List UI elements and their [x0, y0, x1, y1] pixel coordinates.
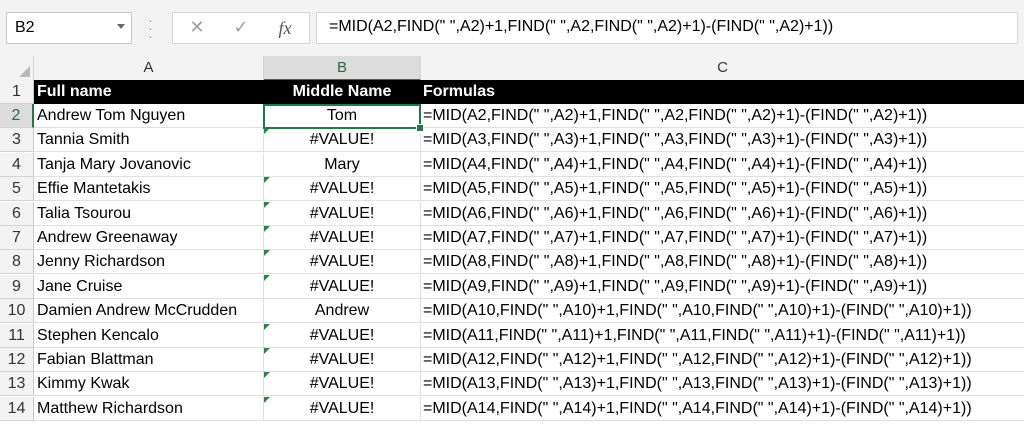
row-header[interactable]: 4	[0, 153, 34, 177]
cell-formula[interactable]: =MID(A5,FIND(" ",A5)+1,FIND(" ",A5,FIND(…	[421, 177, 1024, 201]
row-header[interactable]: 2	[0, 104, 34, 128]
cell-full-name[interactable]: Kimmy Kwak	[34, 372, 264, 396]
cell-middle-name[interactable]: Mary	[264, 153, 421, 177]
error-indicator-icon	[264, 226, 270, 232]
cell-full-name[interactable]: Andrew Tom Nguyen	[34, 104, 264, 128]
select-all-button[interactable]	[0, 56, 34, 80]
row-header[interactable]: 3	[0, 128, 34, 152]
cell-middle-name[interactable]: #VALUE!	[264, 324, 421, 348]
error-indicator-icon	[264, 372, 270, 378]
cell-middle-name[interactable]: #VALUE!	[264, 275, 421, 299]
cell-full-name[interactable]: Tanja Mary Jovanovic	[34, 153, 264, 177]
cell-formula[interactable]: =MID(A13,FIND(" ",A13)+1,FIND(" ",A13,FI…	[421, 372, 1024, 396]
formula-text: =MID(A2,FIND(" ",A2)+1,FIND(" ",A2,FIND(…	[329, 18, 834, 35]
row-header[interactable]: 12	[0, 348, 34, 372]
formula-input[interactable]: =MID(A2,FIND(" ",A2)+1,FIND(" ",A2,FIND(…	[316, 12, 1018, 44]
insert-function-icon[interactable]: fx	[273, 17, 297, 39]
row-header[interactable]: 1	[0, 80, 34, 104]
error-indicator-icon	[264, 348, 270, 354]
error-indicator-icon	[264, 397, 270, 403]
cell-full-name[interactable]: Jenny Richardson	[34, 250, 264, 274]
cell-middle-name[interactable]: #VALUE!	[264, 397, 421, 421]
row-header[interactable]: 13	[0, 372, 34, 396]
row-header[interactable]: 8	[0, 250, 34, 274]
row-header[interactable]: 6	[0, 202, 34, 226]
cell-full-name[interactable]: Effie Mantetakis	[34, 177, 264, 201]
cell-middle-name[interactable]: #VALUE!	[264, 128, 421, 152]
cell-full-name[interactable]: Stephen Kencalo	[34, 324, 264, 348]
cell-full-name[interactable]: Tannia Smith	[34, 128, 264, 152]
cell-formula[interactable]: =MID(A14,FIND(" ",A14)+1,FIND(" ",A14,FI…	[421, 397, 1024, 421]
cell-formula[interactable]: =MID(A7,FIND(" ",A7)+1,FIND(" ",A7,FIND(…	[421, 226, 1024, 250]
cell-full-name[interactable]: Talia Tsourou	[34, 202, 264, 226]
cell-middle-name[interactable]: #VALUE!	[264, 202, 421, 226]
row-header[interactable]: 11	[0, 324, 34, 348]
chevron-down-icon[interactable]	[117, 24, 125, 29]
fill-handle[interactable]	[416, 124, 424, 132]
cell-c1[interactable]: Formulas	[421, 80, 1024, 104]
cell-formula[interactable]: =MID(A2,FIND(" ",A2)+1,FIND(" ",A2,FIND(…	[421, 104, 1024, 128]
cell-formula[interactable]: =MID(A6,FIND(" ",A6)+1,FIND(" ",A6,FIND(…	[421, 202, 1024, 226]
cell-b1[interactable]: Middle Name	[264, 80, 421, 104]
cell-middle-name[interactable]: #VALUE!	[264, 372, 421, 396]
row-header[interactable]: 9	[0, 275, 34, 299]
cell-full-name[interactable]: Jane Cruise	[34, 275, 264, 299]
cell-full-name[interactable]: Fabian Blattman	[34, 348, 264, 372]
cell-a1[interactable]: Full name	[34, 80, 264, 104]
row-header[interactable]: 5	[0, 177, 34, 201]
error-indicator-icon	[264, 128, 270, 134]
cell-formula[interactable]: =MID(A9,FIND(" ",A9)+1,FIND(" ",A9,FIND(…	[421, 275, 1024, 299]
formula-bar: B2 · · · ✕ ✓ fx =MID(A2,FIND(" ",A2)+1,FIN…	[0, 0, 1024, 57]
cancel-icon[interactable]: ✕	[185, 17, 209, 39]
name-box[interactable]: B2	[6, 12, 132, 44]
error-indicator-icon	[264, 202, 270, 208]
column-header-b[interactable]: B	[264, 56, 421, 81]
column-header-c[interactable]: C	[421, 56, 1024, 80]
cell-formula[interactable]: =MID(A10,FIND(" ",A10)+1,FIND(" ",A10,FI…	[421, 299, 1024, 323]
more-options-icon: · · ·	[148, 12, 153, 44]
row-header[interactable]: 7	[0, 226, 34, 250]
formula-buttons: ✕ ✓ fx	[172, 12, 310, 44]
error-indicator-icon	[264, 275, 270, 281]
error-indicator-icon	[264, 250, 270, 256]
row-header[interactable]: 14	[0, 397, 34, 421]
cell-full-name[interactable]: Damien Andrew McCrudden	[34, 299, 264, 323]
cell-middle-name[interactable]: #VALUE!	[264, 250, 421, 274]
cell-full-name[interactable]: Andrew Greenaway	[34, 226, 264, 250]
select-all-icon	[19, 66, 30, 77]
cell-middle-name[interactable]: Tom	[264, 104, 421, 128]
cell-middle-name[interactable]: #VALUE!	[264, 177, 421, 201]
cell-formula[interactable]: =MID(A3,FIND(" ",A3)+1,FIND(" ",A3,FIND(…	[421, 128, 1024, 152]
cell-middle-name[interactable]: #VALUE!	[264, 348, 421, 372]
cell-formula[interactable]: =MID(A8,FIND(" ",A8)+1,FIND(" ",A8,FIND(…	[421, 250, 1024, 274]
name-box-value: B2	[15, 19, 35, 36]
row-header[interactable]: 10	[0, 299, 34, 323]
cell-formula[interactable]: =MID(A4,FIND(" ",A4)+1,FIND(" ",A4,FIND(…	[421, 153, 1024, 177]
cell-formula[interactable]: =MID(A12,FIND(" ",A12)+1,FIND(" ",A12,FI…	[421, 348, 1024, 372]
column-headers: A B C	[0, 56, 1024, 81]
column-header-a[interactable]: A	[34, 56, 264, 80]
error-indicator-icon	[264, 177, 270, 183]
cell-middle-name[interactable]: #VALUE!	[264, 226, 421, 250]
cell-formula[interactable]: =MID(A11,FIND(" ",A11)+1,FIND(" ",A11,FI…	[421, 324, 1024, 348]
cell-full-name[interactable]: Matthew Richardson	[34, 397, 264, 421]
enter-icon[interactable]: ✓	[229, 17, 253, 39]
error-indicator-icon	[264, 324, 270, 330]
cell-middle-name[interactable]: Andrew	[264, 299, 421, 323]
